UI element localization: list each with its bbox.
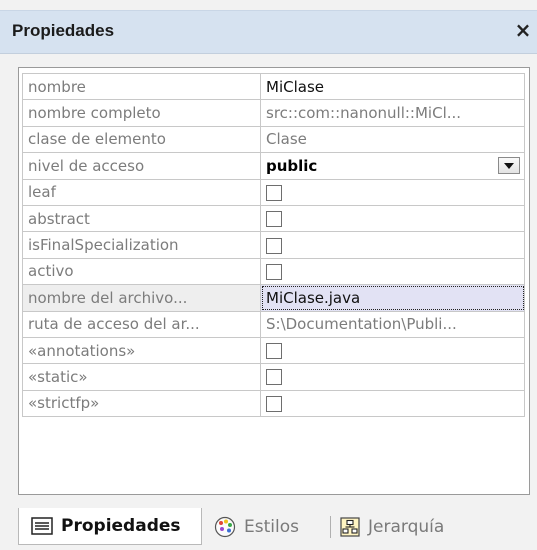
property-value-clase-de-elemento[interactable]: Clase [260, 125, 525, 154]
property-row-leaf[interactable]: leaf [22, 178, 525, 206]
property-value-cell [260, 178, 525, 206]
property-row-ruta-de-acceso-del-ar[interactable]: ruta de acceso del ar... S:\Documentation… [22, 310, 525, 338]
property-name: leaf [22, 178, 261, 206]
properties-list-icon [31, 517, 53, 535]
property-row-nombre-completo[interactable]: nombre completo src::com::nanonull::MiCl.… [22, 99, 525, 127]
property-name: nombre del archivo... [22, 284, 261, 312]
access-level-select[interactable]: public [260, 152, 525, 180]
tab-propiedades[interactable]: Propiedades [18, 508, 202, 545]
chevron-down-icon [504, 163, 514, 170]
property-name: clase de elemento [22, 125, 261, 154]
tab-estilos-label: Estilos [244, 516, 299, 537]
checkbox-strictfp[interactable] [266, 395, 282, 412]
access-level-value: public [266, 156, 318, 175]
property-table: nombre MiClase nombre completo src::com::na… [22, 72, 525, 418]
checkbox-isfinalspecialization[interactable] [266, 237, 282, 254]
panel-title: Propiedades [12, 21, 115, 40]
property-grid: nombre MiClase nombre completo src::com::na… [18, 67, 530, 495]
property-row-isfinalspecialization[interactable]: isFinalSpecialization [22, 231, 525, 259]
property-row-nombre-del-archivo[interactable]: nombre del archivo... MiClase.java [22, 284, 525, 312]
property-row-nombre[interactable]: nombre MiClase [22, 72, 525, 101]
property-row-nivel-de-acceso[interactable]: nivel de acceso public [22, 152, 525, 180]
property-name: activo [22, 257, 261, 286]
palette-icon [214, 516, 236, 537]
property-name: nombre [22, 72, 261, 101]
property-value-cell [260, 363, 525, 391]
tab-jerarquia[interactable]: Jerarquía [340, 508, 444, 545]
tab-propiedades-label: Propiedades [61, 516, 181, 536]
tab-strip: Propiedades Estilos Jerarquía [0, 508, 537, 550]
dropdown-arrow-button[interactable] [498, 157, 520, 175]
property-name: «annotations» [22, 336, 261, 365]
property-row-activo[interactable]: activo [22, 257, 525, 286]
title-bar: Propiedades × [0, 10, 537, 54]
checkbox-static[interactable] [266, 369, 282, 386]
tab-jerarquia-label: Jerarquía [368, 516, 445, 537]
property-row-abstract[interactable]: abstract [22, 204, 525, 233]
property-row-clase-de-elemento[interactable]: clase de elemento Clase [22, 125, 525, 154]
property-row-static[interactable]: «static» [22, 363, 525, 391]
property-name: abstract [22, 204, 261, 233]
property-row-annotations[interactable]: «annotations» [22, 336, 525, 365]
tab-estilos[interactable]: Estilos [214, 508, 299, 545]
checkbox-activo[interactable] [266, 263, 282, 280]
property-name: nombre completo [22, 99, 261, 127]
property-name: ruta de acceso del ar... [22, 310, 261, 338]
property-value-cell [260, 389, 525, 418]
property-value-nombre[interactable]: MiClase [260, 72, 525, 101]
property-value-nombre-completo[interactable]: src::com::nanonull::MiCl... [260, 99, 525, 127]
properties-panel: Propiedades × nombre MiClase nombre comple… [0, 0, 537, 550]
property-value-nombre-del-archivo[interactable]: MiClase.java [260, 284, 525, 312]
close-button[interactable]: × [512, 18, 534, 42]
property-name: «strictfp» [22, 389, 261, 418]
checkbox-annotations[interactable] [266, 343, 282, 360]
hierarchy-icon [340, 516, 360, 537]
property-value-cell [260, 336, 525, 365]
property-name: «static» [22, 363, 261, 391]
property-value-cell [260, 257, 525, 286]
property-name: isFinalSpecialization [22, 231, 261, 259]
property-value-cell [260, 204, 525, 233]
property-name: nivel de acceso [22, 152, 261, 180]
checkbox-leaf[interactable] [266, 184, 282, 201]
property-row-strictfp[interactable]: «strictfp» [22, 389, 525, 418]
checkbox-abstract[interactable] [266, 211, 282, 228]
tab-separator [330, 516, 331, 538]
property-value-ruta-de-acceso-del-ar[interactable]: S:\Documentation\Publi... [260, 310, 525, 338]
property-value-cell [260, 231, 525, 259]
